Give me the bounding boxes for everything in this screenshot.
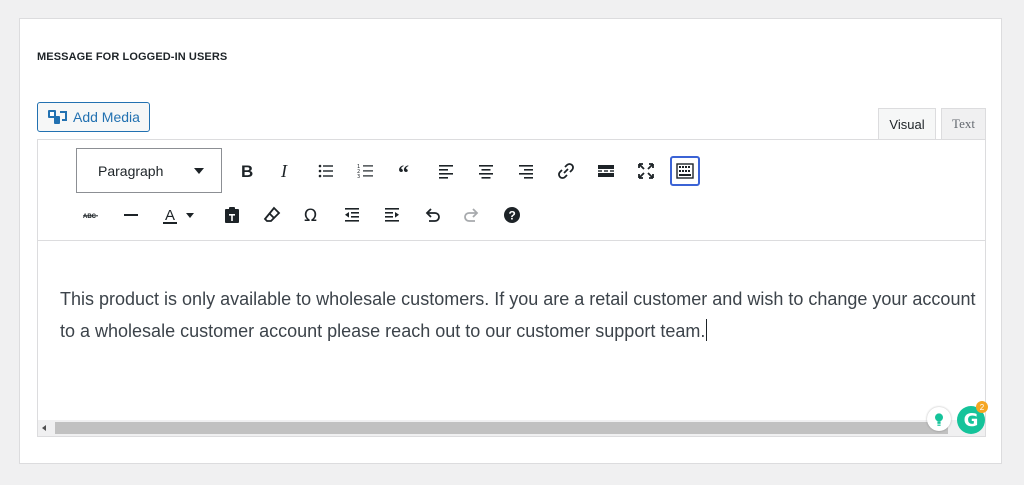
scroll-left-arrow-icon[interactable] bbox=[42, 425, 46, 431]
svg-text:Ω: Ω bbox=[304, 206, 317, 225]
svg-text:ABC: ABC bbox=[83, 214, 97, 220]
grammarly-badge: 2 bbox=[976, 401, 988, 413]
media-icon bbox=[48, 110, 67, 124]
italic-icon[interactable]: I bbox=[270, 156, 300, 186]
read-more-icon[interactable] bbox=[591, 156, 621, 186]
toolbar-toggle-icon[interactable] bbox=[670, 156, 700, 186]
chevron-down-icon bbox=[194, 168, 204, 174]
tab-text[interactable]: Text bbox=[941, 108, 986, 140]
section-title: MESSAGE FOR LOGGED-IN USERS bbox=[37, 51, 228, 63]
undo-icon[interactable] bbox=[417, 200, 447, 230]
grammarly-widget[interactable]: G 2 bbox=[927, 401, 988, 435]
svg-text:A: A bbox=[165, 207, 175, 224]
format-select[interactable]: Paragraph bbox=[76, 148, 222, 193]
horizontal-line-icon[interactable] bbox=[116, 200, 146, 230]
tab-visual[interactable]: Visual bbox=[878, 108, 936, 140]
settings-panel: MESSAGE FOR LOGGED-IN USERS Add Media Vi… bbox=[19, 18, 1002, 464]
align-right-icon[interactable] bbox=[511, 156, 541, 186]
svg-text:3: 3 bbox=[357, 174, 360, 180]
indent-icon[interactable] bbox=[377, 200, 407, 230]
editor-content[interactable]: This product is only available to wholes… bbox=[60, 283, 980, 347]
fullscreen-icon[interactable] bbox=[631, 156, 661, 186]
clear-formatting-icon[interactable] bbox=[257, 200, 287, 230]
help-icon[interactable]: ? bbox=[497, 200, 527, 230]
editor-body-text: This product is only available to wholes… bbox=[60, 289, 976, 341]
svg-text:I: I bbox=[280, 161, 288, 181]
align-left-icon[interactable] bbox=[431, 156, 461, 186]
editor-toolbar: Paragraph B I 123 “ ABC A Ω ? bbox=[38, 140, 985, 241]
special-character-icon[interactable]: Ω bbox=[297, 200, 327, 230]
blockquote-icon[interactable]: “ bbox=[391, 156, 421, 186]
svg-text:“: “ bbox=[398, 161, 409, 181]
svg-text:?: ? bbox=[509, 209, 516, 223]
strikethrough-icon[interactable]: ABC bbox=[76, 200, 106, 230]
bold-icon[interactable]: B bbox=[231, 156, 261, 186]
rich-text-editor[interactable]: Paragraph B I 123 “ ABC A Ω ? This produ… bbox=[37, 139, 986, 437]
outdent-icon[interactable] bbox=[337, 200, 367, 230]
numbered-list-icon[interactable]: 123 bbox=[351, 156, 381, 186]
text-color-dropdown-icon[interactable] bbox=[183, 200, 197, 230]
format-select-value: Paragraph bbox=[98, 162, 164, 179]
redo-icon[interactable] bbox=[457, 200, 487, 230]
add-media-button[interactable]: Add Media bbox=[37, 102, 150, 132]
align-center-icon[interactable] bbox=[471, 156, 501, 186]
paste-as-text-icon[interactable] bbox=[217, 200, 247, 230]
add-media-label: Add Media bbox=[73, 109, 140, 125]
scroll-thumb[interactable] bbox=[55, 422, 948, 434]
lightbulb-icon[interactable] bbox=[927, 407, 951, 431]
text-cursor bbox=[706, 319, 708, 341]
horizontal-scrollbar[interactable] bbox=[38, 420, 985, 436]
text-color-icon[interactable]: A bbox=[155, 200, 185, 230]
bullet-list-icon[interactable] bbox=[311, 156, 341, 186]
svg-text:B: B bbox=[241, 162, 253, 181]
link-icon[interactable] bbox=[551, 156, 581, 186]
